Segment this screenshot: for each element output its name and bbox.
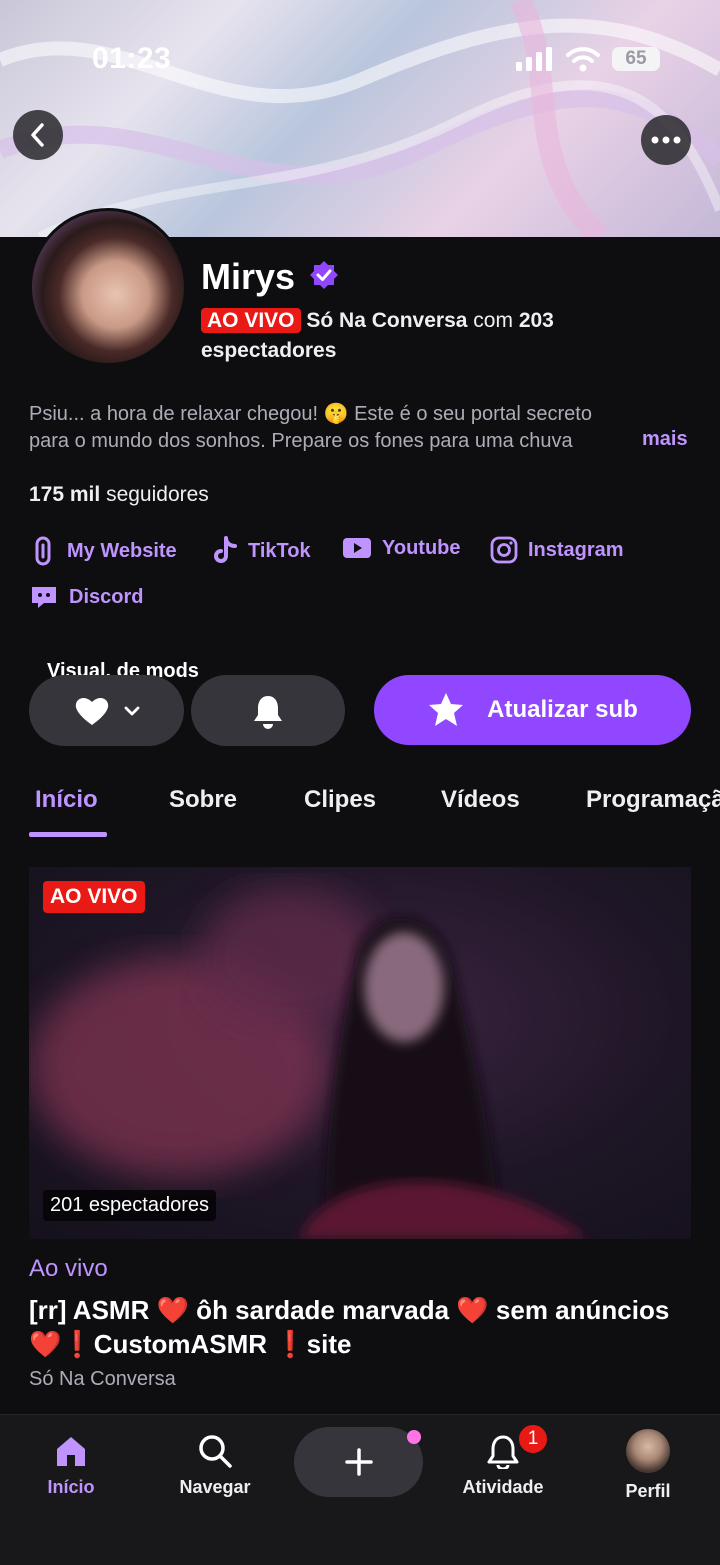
social-link-label: Instagram	[528, 538, 624, 561]
stream-viewers: 201 espectadores	[43, 1190, 217, 1221]
discord-icon	[32, 587, 56, 608]
viewer-count: 203	[518, 309, 554, 332]
channel-name: Mirys	[201, 256, 296, 297]
tiktok-icon	[214, 536, 237, 563]
bottom-nav: Início Navegar Atividade 1 Perfil	[0, 1414, 720, 1565]
live-badge: AO VIVO	[201, 308, 301, 333]
subscribe-label: Atualizar sub	[487, 696, 638, 723]
nav-home-label: Início	[47, 1477, 95, 1497]
social-link-website[interactable]: My Website	[29, 536, 177, 566]
social-link-youtube[interactable]: Youtube	[342, 536, 461, 560]
stream-title[interactable]: [rr] ASMR ❤️ ôh sardade marvada ❤️ sem a…	[29, 1293, 689, 1361]
active-tab-indicator	[29, 832, 107, 837]
tab-clips[interactable]: Clipes	[304, 786, 376, 814]
nav-profile-label: Perfil	[625, 1481, 671, 1501]
stream-category[interactable]: Só Na Conversa	[29, 1368, 176, 1391]
stream-status: Ao vivo	[29, 1255, 108, 1282]
bell-icon	[254, 695, 282, 729]
channel-bio: Psiu... a hora de relaxar chegou! 🤫 Este…	[29, 401, 639, 455]
live-with-text: com	[473, 309, 513, 332]
tab-about[interactable]: Sobre	[169, 786, 237, 814]
bio-line-2: para o mundo dos sonhos. Prepare os fone…	[29, 430, 573, 452]
search-icon	[199, 1435, 232, 1468]
social-link-label: TikTok	[248, 539, 311, 562]
social-link-label: My Website	[67, 539, 177, 562]
chevron-left-icon	[31, 123, 44, 147]
follow-button[interactable]	[29, 675, 184, 746]
stream-live-badge: AO VIVO	[43, 881, 145, 913]
bio-line-1: Psiu... a hora de relaxar chegou! 🤫 Este…	[29, 403, 592, 425]
bio-more-link[interactable]: mais	[642, 428, 688, 451]
subscribe-button[interactable]: Atualizar sub	[374, 675, 691, 745]
battery-indicator: 65	[612, 47, 660, 71]
chevron-down-icon	[124, 706, 139, 715]
social-link-tiktok[interactable]: TikTok	[212, 536, 311, 566]
more-options-button[interactable]	[641, 115, 691, 165]
create-indicator-dot	[407, 1430, 421, 1444]
followers-count: 175 mil seguidores	[29, 483, 209, 507]
plus-icon	[344, 1448, 373, 1476]
status-icons: 65	[516, 46, 660, 72]
social-link-label: Youtube	[382, 536, 461, 559]
heart-icon	[75, 697, 108, 725]
channel-avatar[interactable]	[29, 208, 187, 366]
link-icon	[35, 536, 51, 566]
nav-browse-label: Navegar	[179, 1477, 251, 1497]
nav-activity-label: Atividade	[462, 1477, 544, 1497]
social-link-label: Discord	[69, 585, 144, 608]
live-status-line: AO VIVO Só Na Conversa com 203 espectado…	[201, 306, 621, 366]
nav-profile[interactable]: Perfil	[588, 1429, 708, 1502]
profile-avatar	[626, 1429, 670, 1473]
live-category[interactable]: Só Na Conversa	[306, 309, 467, 332]
status-bar: 01:23 65	[0, 40, 720, 80]
viewers-word: espectadores	[201, 339, 337, 362]
thumbnail-art	[29, 887, 589, 1239]
create-button[interactable]	[294, 1427, 423, 1497]
more-dots-icon	[651, 136, 681, 144]
tab-videos[interactable]: Vídeos	[441, 786, 520, 814]
tab-home[interactable]: Início	[35, 786, 98, 814]
verified-badge-icon	[310, 261, 338, 289]
channel-banner	[0, 0, 720, 237]
back-button[interactable]	[13, 110, 63, 160]
youtube-icon	[343, 538, 371, 558]
followers-label: seguidores	[106, 483, 209, 506]
social-link-discord[interactable]: Discord	[29, 584, 143, 610]
home-icon	[57, 1437, 85, 1466]
signal-icon	[516, 47, 552, 71]
nav-browse[interactable]: Navegar	[155, 1433, 275, 1498]
instagram-icon	[490, 536, 518, 564]
star-icon	[429, 693, 464, 726]
activity-count-badge: 1	[517, 1423, 549, 1455]
social-link-instagram[interactable]: Instagram	[490, 536, 624, 564]
stream-thumbnail[interactable]: AO VIVO 201 espectadores	[29, 867, 691, 1239]
status-time: 01:23	[92, 42, 172, 75]
nav-home[interactable]: Início	[11, 1433, 131, 1498]
notifications-button[interactable]	[191, 675, 345, 746]
tab-schedule[interactable]: Programação	[586, 786, 720, 814]
channel-tabs: Início Sobre Clipes Vídeos Programação	[0, 780, 720, 840]
followers-number: 175 mil	[29, 483, 101, 506]
wifi-icon	[566, 47, 600, 72]
bell-icon	[487, 1435, 519, 1469]
